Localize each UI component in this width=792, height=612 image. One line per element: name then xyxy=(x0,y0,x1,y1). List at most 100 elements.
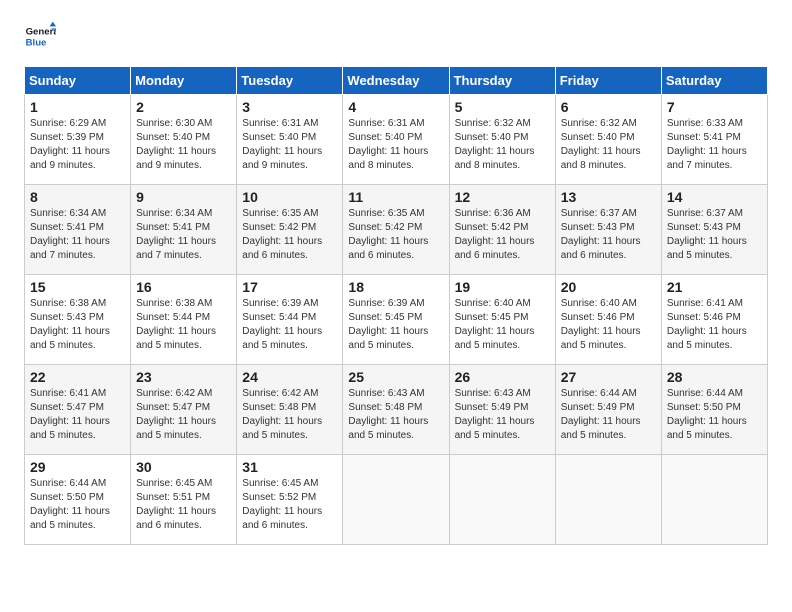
calendar-cell: 2 Sunrise: 6:30 AMSunset: 5:40 PMDaylight… xyxy=(131,95,237,185)
day-number: 20 xyxy=(561,279,656,295)
day-number: 11 xyxy=(348,189,443,205)
calendar-cell: 26 Sunrise: 6:43 AMSunset: 5:49 PMDayligh… xyxy=(449,365,555,455)
calendar-cell: 27 Sunrise: 6:44 AMSunset: 5:49 PMDayligh… xyxy=(555,365,661,455)
cell-content: Sunrise: 6:38 AMSunset: 5:43 PMDaylight:… xyxy=(30,297,125,353)
cell-content: Sunrise: 6:34 AMSunset: 5:41 PMDaylight:… xyxy=(30,207,125,263)
cell-content: Sunrise: 6:32 AMSunset: 5:40 PMDaylight:… xyxy=(561,117,656,173)
cell-content: Sunrise: 6:36 AMSunset: 5:42 PMDaylight:… xyxy=(455,207,550,263)
calendar-cell: 20 Sunrise: 6:40 AMSunset: 5:46 PMDayligh… xyxy=(555,275,661,365)
day-number: 8 xyxy=(30,189,125,205)
calendar-cell xyxy=(661,455,767,545)
calendar-cell: 1Sunrise: 6:29 AMSunset: 5:39 PMDaylight… xyxy=(25,95,131,185)
day-number: 24 xyxy=(242,369,337,385)
calendar-cell: 13Sunrise: 6:37 AMSunset: 5:43 PMDayligh… xyxy=(555,185,661,275)
header-monday: Monday xyxy=(131,67,237,95)
cell-content: Sunrise: 6:41 AMSunset: 5:46 PMDaylight:… xyxy=(667,297,762,353)
cell-content: Sunrise: 6:30 AMSunset: 5:40 PMDaylight:… xyxy=(136,117,231,173)
top-bar: General Blue xyxy=(24,20,768,56)
calendar-cell: 22 Sunrise: 6:41 AMSunset: 5:47 PMDayligh… xyxy=(25,365,131,455)
calendar-week-row: 29 Sunrise: 6:44 AMSunset: 5:50 PMDayligh… xyxy=(25,455,768,545)
calendar-week-row: 1Sunrise: 6:29 AMSunset: 5:39 PMDaylight… xyxy=(25,95,768,185)
day-number: 29 xyxy=(30,459,125,475)
calendar-cell: 7 Sunrise: 6:33 AMSunset: 5:41 PMDaylight… xyxy=(661,95,767,185)
day-number: 21 xyxy=(667,279,762,295)
cell-content: Sunrise: 6:29 AMSunset: 5:39 PMDaylight:… xyxy=(30,117,125,173)
cell-content: Sunrise: 6:41 AMSunset: 5:47 PMDaylight:… xyxy=(30,387,125,443)
header-saturday: Saturday xyxy=(661,67,767,95)
day-number: 30 xyxy=(136,459,231,475)
calendar-cell: 16 Sunrise: 6:38 AMSunset: 5:44 PMDayligh… xyxy=(131,275,237,365)
cell-content: Sunrise: 6:44 AMSunset: 5:49 PMDaylight:… xyxy=(561,387,656,443)
cell-content: Sunrise: 6:45 AMSunset: 5:51 PMDaylight:… xyxy=(136,477,231,533)
calendar-cell: 25Sunrise: 6:43 AMSunset: 5:48 PMDayligh… xyxy=(343,365,449,455)
cell-content: Sunrise: 6:35 AMSunset: 5:42 PMDaylight:… xyxy=(348,207,443,263)
logo: General Blue xyxy=(24,20,60,52)
day-number: 4 xyxy=(348,99,443,115)
day-number: 26 xyxy=(455,369,550,385)
calendar-week-row: 15Sunrise: 6:38 AMSunset: 5:43 PMDayligh… xyxy=(25,275,768,365)
cell-content: Sunrise: 6:31 AMSunset: 5:40 PMDaylight:… xyxy=(348,117,443,173)
day-number: 16 xyxy=(136,279,231,295)
calendar-cell: 10Sunrise: 6:35 AMSunset: 5:42 PMDayligh… xyxy=(237,185,343,275)
calendar-cell: 29 Sunrise: 6:44 AMSunset: 5:50 PMDayligh… xyxy=(25,455,131,545)
logo-icon: General Blue xyxy=(24,20,56,52)
day-number: 14 xyxy=(667,189,762,205)
calendar-cell xyxy=(449,455,555,545)
day-number: 28 xyxy=(667,369,762,385)
day-number: 19 xyxy=(455,279,550,295)
day-number: 31 xyxy=(242,459,337,475)
cell-content: Sunrise: 6:33 AMSunset: 5:41 PMDaylight:… xyxy=(667,117,762,173)
calendar-cell xyxy=(555,455,661,545)
calendar-cell: 30 Sunrise: 6:45 AMSunset: 5:51 PMDayligh… xyxy=(131,455,237,545)
header-thursday: Thursday xyxy=(449,67,555,95)
cell-content: Sunrise: 6:44 AMSunset: 5:50 PMDaylight:… xyxy=(667,387,762,443)
calendar-header-row: SundayMondayTuesdayWednesdayThursdayFrid… xyxy=(25,67,768,95)
day-number: 27 xyxy=(561,369,656,385)
calendar-cell: 23 Sunrise: 6:42 AMSunset: 5:47 PMDayligh… xyxy=(131,365,237,455)
header-sunday: Sunday xyxy=(25,67,131,95)
calendar-week-row: 8 Sunrise: 6:34 AMSunset: 5:41 PMDaylight… xyxy=(25,185,768,275)
calendar-cell: 5 Sunrise: 6:32 AMSunset: 5:40 PMDaylight… xyxy=(449,95,555,185)
cell-content: Sunrise: 6:45 AMSunset: 5:52 PMDaylight:… xyxy=(242,477,337,533)
day-number: 9 xyxy=(136,189,231,205)
cell-content: Sunrise: 6:38 AMSunset: 5:44 PMDaylight:… xyxy=(136,297,231,353)
calendar-cell: 12 Sunrise: 6:36 AMSunset: 5:42 PMDayligh… xyxy=(449,185,555,275)
calendar-cell: 19Sunrise: 6:40 AMSunset: 5:45 PMDayligh… xyxy=(449,275,555,365)
calendar-cell: 4 Sunrise: 6:31 AMSunset: 5:40 PMDaylight… xyxy=(343,95,449,185)
day-number: 13 xyxy=(561,189,656,205)
cell-content: Sunrise: 6:34 AMSunset: 5:41 PMDaylight:… xyxy=(136,207,231,263)
calendar-cell: 21 Sunrise: 6:41 AMSunset: 5:46 PMDayligh… xyxy=(661,275,767,365)
cell-content: Sunrise: 6:32 AMSunset: 5:40 PMDaylight:… xyxy=(455,117,550,173)
day-number: 2 xyxy=(136,99,231,115)
day-number: 25 xyxy=(348,369,443,385)
calendar-cell xyxy=(343,455,449,545)
calendar-cell: 3Sunrise: 6:31 AMSunset: 5:40 PMDaylight… xyxy=(237,95,343,185)
cell-content: Sunrise: 6:40 AMSunset: 5:46 PMDaylight:… xyxy=(561,297,656,353)
calendar-cell: 15Sunrise: 6:38 AMSunset: 5:43 PMDayligh… xyxy=(25,275,131,365)
cell-content: Sunrise: 6:37 AMSunset: 5:43 PMDaylight:… xyxy=(667,207,762,263)
day-number: 22 xyxy=(30,369,125,385)
calendar-week-row: 22 Sunrise: 6:41 AMSunset: 5:47 PMDayligh… xyxy=(25,365,768,455)
day-number: 23 xyxy=(136,369,231,385)
day-number: 17 xyxy=(242,279,337,295)
header-wednesday: Wednesday xyxy=(343,67,449,95)
calendar-cell: 6 Sunrise: 6:32 AMSunset: 5:40 PMDaylight… xyxy=(555,95,661,185)
day-number: 12 xyxy=(455,189,550,205)
calendar-cell: 8 Sunrise: 6:34 AMSunset: 5:41 PMDaylight… xyxy=(25,185,131,275)
cell-content: Sunrise: 6:43 AMSunset: 5:49 PMDaylight:… xyxy=(455,387,550,443)
day-number: 5 xyxy=(455,99,550,115)
calendar-cell: 9 Sunrise: 6:34 AMSunset: 5:41 PMDaylight… xyxy=(131,185,237,275)
header-friday: Friday xyxy=(555,67,661,95)
calendar-table: SundayMondayTuesdayWednesdayThursdayFrid… xyxy=(24,66,768,545)
calendar-cell: 11 Sunrise: 6:35 AMSunset: 5:42 PMDayligh… xyxy=(343,185,449,275)
day-number: 3 xyxy=(242,99,337,115)
day-number: 18 xyxy=(348,279,443,295)
cell-content: Sunrise: 6:44 AMSunset: 5:50 PMDaylight:… xyxy=(30,477,125,533)
cell-content: Sunrise: 6:42 AMSunset: 5:47 PMDaylight:… xyxy=(136,387,231,443)
cell-content: Sunrise: 6:39 AMSunset: 5:44 PMDaylight:… xyxy=(242,297,337,353)
calendar-cell: 24Sunrise: 6:42 AMSunset: 5:48 PMDayligh… xyxy=(237,365,343,455)
calendar-cell: 28 Sunrise: 6:44 AMSunset: 5:50 PMDayligh… xyxy=(661,365,767,455)
day-number: 6 xyxy=(561,99,656,115)
day-number: 7 xyxy=(667,99,762,115)
cell-content: Sunrise: 6:39 AMSunset: 5:45 PMDaylight:… xyxy=(348,297,443,353)
